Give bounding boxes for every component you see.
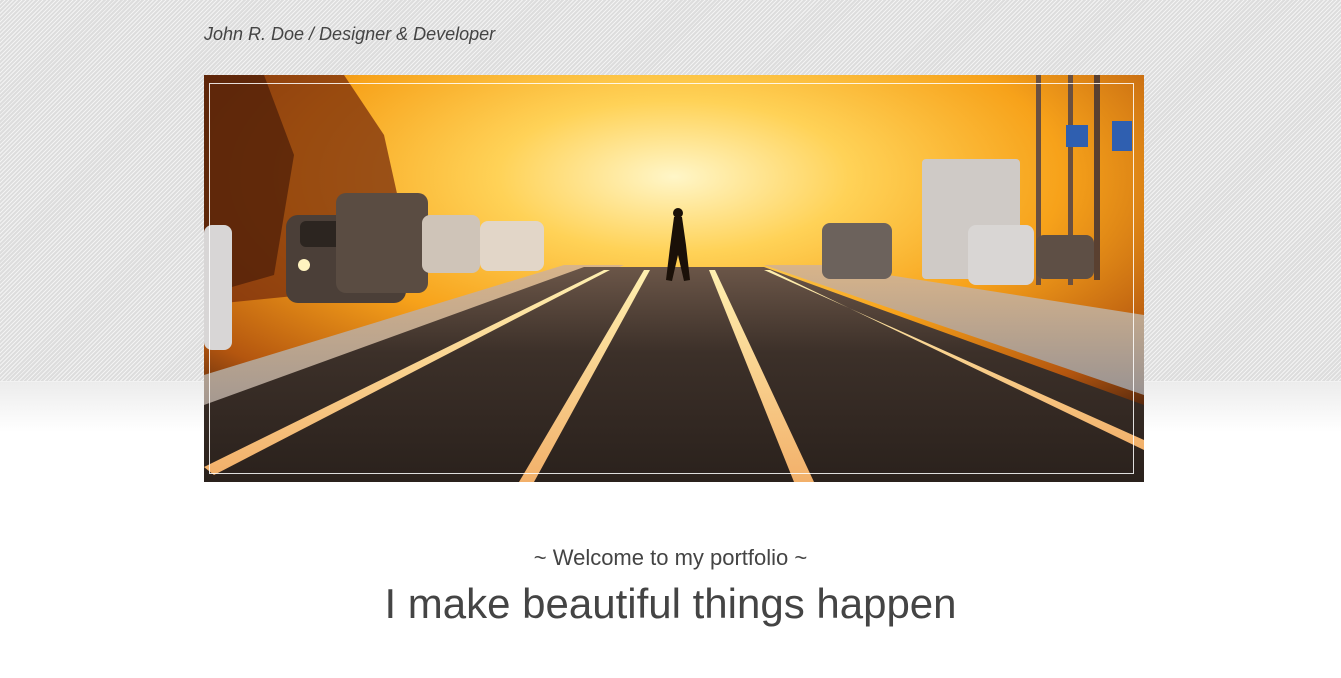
pedestrian-head (673, 208, 683, 218)
crosswalk-sign-icon (1066, 125, 1088, 147)
car (1036, 235, 1094, 279)
headlight (298, 259, 310, 271)
car (480, 221, 544, 271)
car (422, 215, 480, 273)
welcome-tagline: ~ Welcome to my portfolio ~ (533, 545, 808, 570)
car-edge (204, 225, 232, 350)
hero-image (204, 75, 1144, 482)
hero-photo (204, 75, 1144, 482)
bus-sign-icon (1112, 121, 1132, 151)
pole (1094, 75, 1100, 280)
car (336, 193, 428, 293)
main-headline: I make beautiful things happen (384, 580, 957, 627)
car (968, 225, 1034, 285)
car (822, 223, 892, 279)
site-title[interactable]: John R. Doe / Designer & Developer (204, 24, 495, 45)
page: John R. Doe / Designer & Developer ~ Wel… (0, 0, 1341, 678)
